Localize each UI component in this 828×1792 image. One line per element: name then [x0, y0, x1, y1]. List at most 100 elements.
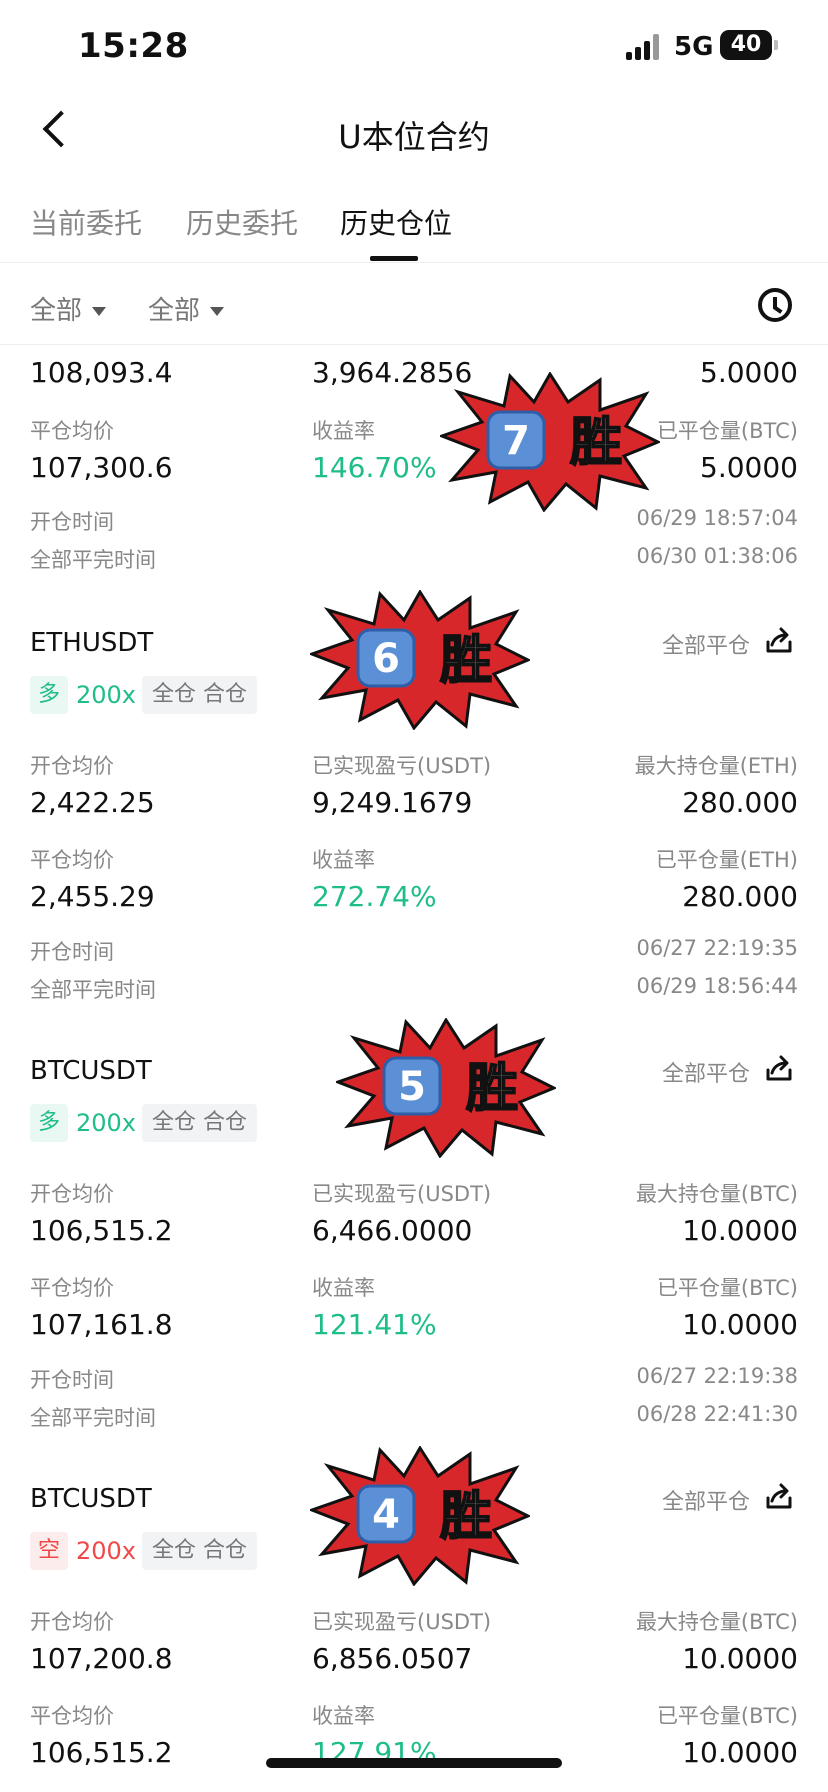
close-price-label: 平仓均价	[30, 848, 114, 872]
roi-value: 121.41%	[312, 1308, 437, 1341]
filter-2-label: 全部	[148, 296, 201, 326]
max-position-value: 5.0000	[700, 356, 798, 389]
closed-qty-label: 已平仓量(BTC)	[656, 419, 798, 443]
filter-dropdown-1[interactable]: 全部	[30, 290, 107, 327]
share-icon[interactable]	[764, 626, 794, 656]
clock-icon[interactable]	[758, 288, 792, 322]
sticker-text: 胜	[570, 413, 622, 473]
symbol: ETHUSDT	[30, 628, 154, 658]
closed-qty-label: 已平仓量(BTC)	[656, 1704, 798, 1728]
filter-dropdown-2[interactable]: 全部	[148, 290, 225, 327]
entry-price-label: 开仓均价	[30, 1610, 114, 1634]
side-badge: 空	[30, 1532, 69, 1570]
pnl-label: 已实现盈亏(USDT)	[312, 754, 492, 778]
sticker-number: 4	[372, 1492, 400, 1538]
home-indicator	[266, 1758, 562, 1768]
share-icon[interactable]	[764, 1482, 794, 1512]
symbol: BTCUSDT	[30, 1484, 152, 1514]
entry-price-label: 开仓均价	[30, 754, 114, 778]
open-time-value: 06/29 18:57:04	[636, 506, 798, 530]
closed-qty-value: 280.000	[682, 880, 798, 913]
entry-price-value: 106,515.2	[30, 1214, 173, 1247]
close-time-value: 06/29 18:56:44	[636, 974, 798, 998]
pnl-label: 已实现盈亏(USDT)	[312, 1610, 492, 1634]
close-all-button[interactable]: 全部平仓	[662, 1056, 750, 1088]
max-position-label: 最大持仓量(ETH)	[634, 754, 798, 778]
close-all-button[interactable]: 全部平仓	[662, 1484, 750, 1516]
win-sticker-7: 7 胜	[440, 372, 660, 512]
sticker-number: 7	[502, 418, 530, 464]
roi-value: 146.70%	[312, 451, 437, 484]
tab-current-orders[interactable]: 当前委托	[30, 202, 142, 242]
symbol: BTCUSDT	[30, 1056, 152, 1086]
closed-qty-label: 已平仓量(BTC)	[656, 1276, 798, 1300]
roi-label: 收益率	[312, 1704, 375, 1728]
tab-position-history[interactable]: 历史仓位	[340, 202, 452, 242]
closed-qty-value: 10.0000	[682, 1308, 798, 1341]
max-position-label: 最大持仓量(BTC)	[635, 1182, 798, 1206]
entry-price-value: 108,093.4	[30, 356, 173, 389]
side-badge: 多	[30, 676, 69, 714]
entry-price-label: 开仓均价	[30, 1182, 114, 1206]
tab-order-history[interactable]: 历史委托	[186, 202, 298, 242]
filter-1-label: 全部	[30, 296, 83, 326]
entry-price-value: 2,422.25	[30, 786, 155, 819]
close-time-label: 全部平完时间	[30, 978, 156, 1002]
max-position-value: 10.0000	[682, 1642, 798, 1675]
close-time-label: 全部平完时间	[30, 1406, 156, 1430]
roi-label: 收益率	[312, 419, 375, 443]
open-time-value: 06/27 22:19:38	[636, 1364, 798, 1388]
sticker-number: 6	[372, 636, 400, 682]
closed-qty-value: 10.0000	[682, 1736, 798, 1769]
status-time: 15:28	[78, 26, 189, 66]
close-price-value: 107,161.8	[30, 1308, 173, 1341]
close-time-label: 全部平完时间	[30, 548, 156, 572]
pnl-value: 9,249.1679	[312, 786, 473, 819]
leverage: 200x	[76, 681, 137, 709]
filter-divider	[0, 344, 828, 345]
page-title: U本位合约	[338, 118, 490, 156]
closed-qty-value: 5.0000	[700, 451, 798, 484]
close-price-value: 106,515.2	[30, 1736, 173, 1769]
win-sticker: 6 胜	[310, 590, 530, 730]
active-tab-indicator	[370, 256, 418, 261]
margin-mode-badge: 全仓 合仓	[142, 1532, 257, 1570]
close-price-label: 平仓均价	[30, 1276, 114, 1300]
roi-label: 收益率	[312, 848, 375, 872]
pnl-value: 6,466.0000	[312, 1214, 473, 1247]
max-position-label: 最大持仓量(BTC)	[635, 1610, 798, 1634]
win-sticker: 5 胜	[336, 1018, 556, 1158]
roi-label: 收益率	[312, 1276, 375, 1300]
max-position-value: 10.0000	[682, 1214, 798, 1247]
open-time-label: 开仓时间	[30, 940, 114, 964]
close-price-value: 2,455.29	[30, 880, 155, 913]
open-time-label: 开仓时间	[30, 510, 114, 534]
side-badge: 多	[30, 1104, 69, 1142]
roi-value: 272.74%	[312, 880, 437, 913]
sticker-text: 胜	[440, 1487, 492, 1547]
battery-tip	[774, 40, 778, 50]
leverage: 200x	[76, 1537, 137, 1565]
close-price-value: 107,300.6	[30, 451, 173, 484]
open-time-label: 开仓时间	[30, 1368, 114, 1392]
close-price-label: 平仓均价	[30, 1704, 114, 1728]
caret-down-icon	[92, 307, 107, 316]
leverage: 200x	[76, 1109, 137, 1137]
battery-icon: 40	[720, 30, 772, 60]
pnl-value: 6,856.0507	[312, 1642, 473, 1675]
sticker-number: 5	[398, 1064, 426, 1110]
close-all-button[interactable]: 全部平仓	[662, 628, 750, 660]
sticker-text: 胜	[440, 631, 492, 691]
caret-down-icon	[210, 307, 225, 316]
close-price-label: 平仓均价	[30, 419, 114, 443]
max-position-value: 280.000	[682, 786, 798, 819]
share-icon[interactable]	[764, 1054, 794, 1084]
pnl-label: 已实现盈亏(USDT)	[312, 1182, 492, 1206]
win-sticker: 4 胜	[310, 1446, 530, 1586]
closed-qty-label: 已平仓量(ETH)	[655, 848, 798, 872]
entry-price-value: 107,200.8	[30, 1642, 173, 1675]
open-time-value: 06/27 22:19:35	[636, 936, 798, 960]
close-time-value: 06/28 22:41:30	[636, 1402, 798, 1426]
tabs-divider	[0, 262, 828, 263]
network-label: 5G	[674, 32, 714, 62]
